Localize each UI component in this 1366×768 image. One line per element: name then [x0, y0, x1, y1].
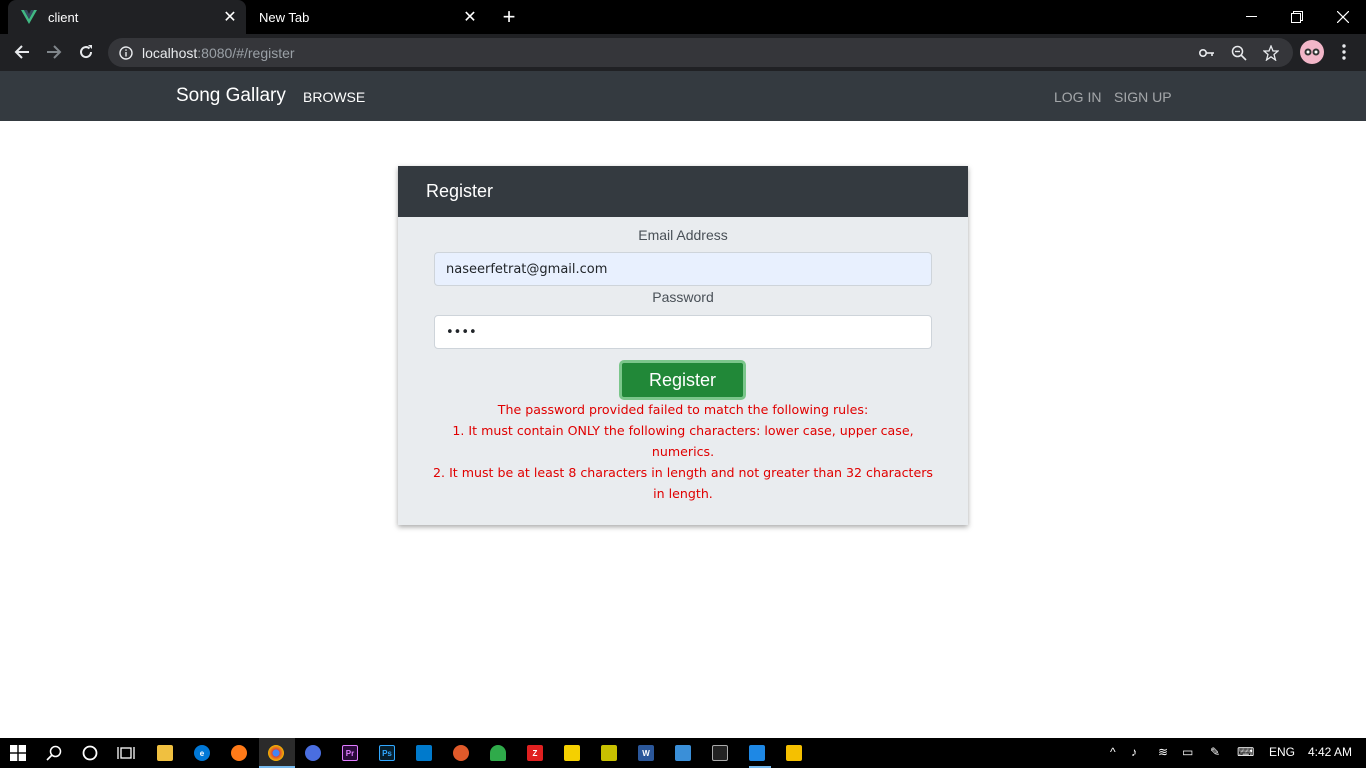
premiere-icon[interactable]: Pr	[342, 745, 358, 761]
app-clapper-icon[interactable]	[786, 745, 802, 761]
back-icon[interactable]	[8, 38, 36, 66]
volume-icon[interactable]: ♪	[1131, 745, 1137, 759]
email-label: Email Address	[638, 227, 728, 243]
winrar-icon[interactable]	[601, 745, 617, 761]
app-orange-icon[interactable]	[453, 745, 469, 761]
forward-icon[interactable]	[40, 38, 68, 66]
nav-browse-link[interactable]: BROWSE	[303, 89, 365, 105]
browser-tab-strip: client ✕ New Tab ✕ +	[0, 0, 1366, 34]
chrome-icon[interactable]	[268, 745, 284, 761]
error-line: 1. It must contain ONLY the following ch…	[452, 423, 914, 459]
bookmark-star-icon[interactable]	[1262, 44, 1280, 62]
register-button[interactable]: Register	[619, 360, 746, 400]
battery-icon[interactable]: ▭	[1182, 745, 1193, 759]
app-navbar: Song Gallary BROWSE LOG IN SIGN UP	[0, 71, 1366, 121]
cortana-icon[interactable]	[79, 742, 101, 764]
pen-icon[interactable]: ✎	[1210, 745, 1220, 759]
url-text: localhost:8080/#/register	[142, 44, 295, 61]
show-hidden-icons-icon[interactable]: ^	[1110, 745, 1116, 759]
chrome-alt-icon[interactable]	[305, 745, 321, 761]
task-view-icon[interactable]	[115, 742, 137, 764]
password-label: Password	[652, 289, 714, 305]
register-title: Register	[426, 181, 494, 201]
brand-link[interactable]: Song Gallary	[176, 85, 286, 107]
reload-icon[interactable]	[72, 38, 100, 66]
edge-icon[interactable]: e	[194, 745, 210, 761]
app-blue-icon[interactable]	[675, 745, 691, 761]
firefox-icon[interactable]	[231, 745, 247, 761]
restore-icon[interactable]	[1274, 0, 1320, 34]
vscode-icon[interactable]	[416, 745, 432, 761]
browser-toolbar: localhost:8080/#/register	[0, 34, 1366, 71]
sticky-notes-icon[interactable]	[564, 745, 580, 761]
cmd-icon[interactable]	[712, 745, 728, 761]
search-icon[interactable]	[43, 742, 65, 764]
clock[interactable]: 4:42 AM	[1308, 745, 1352, 759]
vue-logo-icon	[20, 8, 38, 26]
error-line: 2. It must be at least 8 characters in l…	[433, 465, 933, 501]
register-card-header: Register	[398, 166, 968, 217]
close-tab-icon[interactable]: ✕	[458, 5, 482, 29]
site-info-icon[interactable]	[118, 45, 134, 61]
network-icon[interactable]: ≋	[1158, 745, 1168, 759]
file-explorer-icon[interactable]	[157, 745, 173, 761]
close-window-icon[interactable]	[1320, 0, 1366, 34]
app-green-icon[interactable]	[490, 745, 506, 761]
nav-signup-link[interactable]: SIGN UP	[1114, 89, 1172, 105]
password-error-message: The password provided failed to match th…	[428, 399, 938, 504]
keyboard-icon[interactable]: ⌨	[1237, 745, 1254, 759]
minimize-icon[interactable]	[1228, 0, 1274, 34]
register-card: Register Email Address Password Register…	[398, 166, 968, 525]
word-icon[interactable]: W	[638, 745, 654, 761]
photoshop-icon[interactable]: Ps	[379, 745, 395, 761]
error-line: The password provided failed to match th…	[497, 402, 869, 417]
close-tab-icon[interactable]: ✕	[218, 5, 242, 29]
language-indicator[interactable]: ENG	[1269, 745, 1295, 759]
app-window-icon[interactable]	[749, 745, 765, 761]
zoom-icon[interactable]	[1230, 44, 1248, 62]
new-tab-plus-icon[interactable]: +	[497, 4, 521, 29]
windows-start-icon[interactable]	[7, 742, 29, 764]
email-field[interactable]	[434, 252, 932, 286]
profile-avatar[interactable]	[1300, 40, 1324, 64]
password-field[interactable]	[434, 315, 932, 349]
windows-taskbar: e Pr Ps Z W ^ ♪ ≋ ▭ ✎ ⌨ ENG 4:42 AM	[0, 738, 1366, 768]
tab-title: client	[48, 9, 79, 25]
tab-new-tab[interactable]: New Tab ✕	[246, 0, 486, 34]
nav-login-link[interactable]: LOG IN	[1054, 89, 1101, 105]
browser-menu-icon[interactable]	[1334, 40, 1354, 64]
filezilla-icon[interactable]: Z	[527, 745, 543, 761]
address-bar[interactable]: localhost:8080/#/register	[108, 38, 1293, 67]
tab-title: New Tab	[259, 9, 310, 25]
tab-client[interactable]: client ✕	[8, 0, 246, 34]
key-icon[interactable]	[1198, 44, 1216, 62]
